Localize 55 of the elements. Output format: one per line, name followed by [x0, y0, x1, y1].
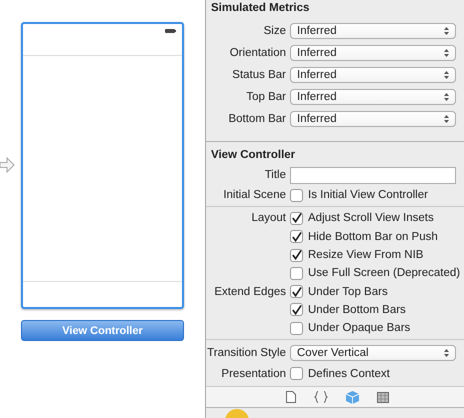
- stepper-arrows-icon: [444, 71, 449, 79]
- field-label: Size: [264, 25, 286, 37]
- checkbox-label[interactable]: Hide Bottom Bar on Push: [308, 230, 438, 243]
- field-label: Status Bar: [232, 69, 286, 81]
- popup-button[interactable]: Inferred: [290, 23, 456, 39]
- checkbox[interactable]: [290, 248, 303, 262]
- field-label: Orientation: [230, 47, 286, 59]
- popup-button[interactable]: Inferred: [290, 89, 456, 105]
- popup-button[interactable]: Inferred: [290, 45, 456, 61]
- popup-button[interactable]: Inferred: [290, 111, 456, 127]
- field-label: Layout: [251, 212, 286, 224]
- checkmark-icon: [291, 230, 302, 243]
- checkbox[interactable]: [290, 188, 303, 202]
- checkbox[interactable]: [290, 303, 303, 316]
- checkbox[interactable]: [290, 212, 303, 225]
- popup-button[interactable]: Cover Vertical: [290, 345, 456, 362]
- section-title: View Controller: [210, 148, 296, 163]
- checkbox-label[interactable]: Resize View From NIB: [308, 249, 424, 262]
- stepper-arrows-icon: [444, 93, 449, 101]
- checkbox-label[interactable]: Adjust Scroll View Insets: [308, 212, 434, 224]
- checkbox-label[interactable]: Under Opaque Bars: [308, 322, 410, 334]
- stepper-arrows-icon: [444, 27, 449, 35]
- stepper-arrows-icon: [444, 49, 449, 57]
- popup-button[interactable]: Inferred: [290, 67, 456, 83]
- grid-icon[interactable]: [376, 392, 388, 402]
- stepper-arrows-icon: [444, 349, 449, 358]
- checkbox-label[interactable]: Defines Context: [308, 368, 390, 380]
- checkbox-label[interactable]: Under Bottom Bars: [308, 304, 406, 316]
- field-label: Initial Scene: [223, 189, 286, 202]
- field-label: Title: [264, 169, 286, 181]
- checkbox[interactable]: [290, 367, 303, 380]
- checkbox-label[interactable]: Is Initial View Controller: [308, 189, 428, 202]
- checkbox[interactable]: [290, 266, 303, 280]
- field-label: Transition Style: [207, 347, 286, 360]
- stepper-arrows-icon: [444, 115, 449, 123]
- battery-icon: [165, 29, 176, 33]
- field-label: Top Bar: [246, 91, 286, 103]
- checkbox-label[interactable]: Use Full Screen (Deprecated): [308, 267, 460, 280]
- braces-icon[interactable]: [314, 391, 328, 403]
- checkbox[interactable]: [290, 322, 303, 335]
- checkmark-icon: [291, 304, 302, 316]
- checkbox-label[interactable]: Under Top Bars: [308, 286, 388, 298]
- field-label: Presentation: [221, 368, 286, 380]
- checkbox[interactable]: [290, 230, 303, 244]
- cube-icon[interactable]: [346, 390, 358, 404]
- field-label: Extend Edges: [214, 286, 286, 298]
- text-field[interactable]: [290, 166, 456, 184]
- section-title: Simulated Metrics: [210, 1, 310, 16]
- checkmark-icon: [291, 286, 302, 298]
- file-icon[interactable]: [286, 391, 296, 403]
- checkmark-icon: [291, 212, 302, 224]
- checkbox[interactable]: [290, 285, 303, 298]
- checkmark-icon: [291, 249, 302, 262]
- scene-view[interactable]: [21, 22, 184, 309]
- field-label: Bottom Bar: [228, 113, 286, 125]
